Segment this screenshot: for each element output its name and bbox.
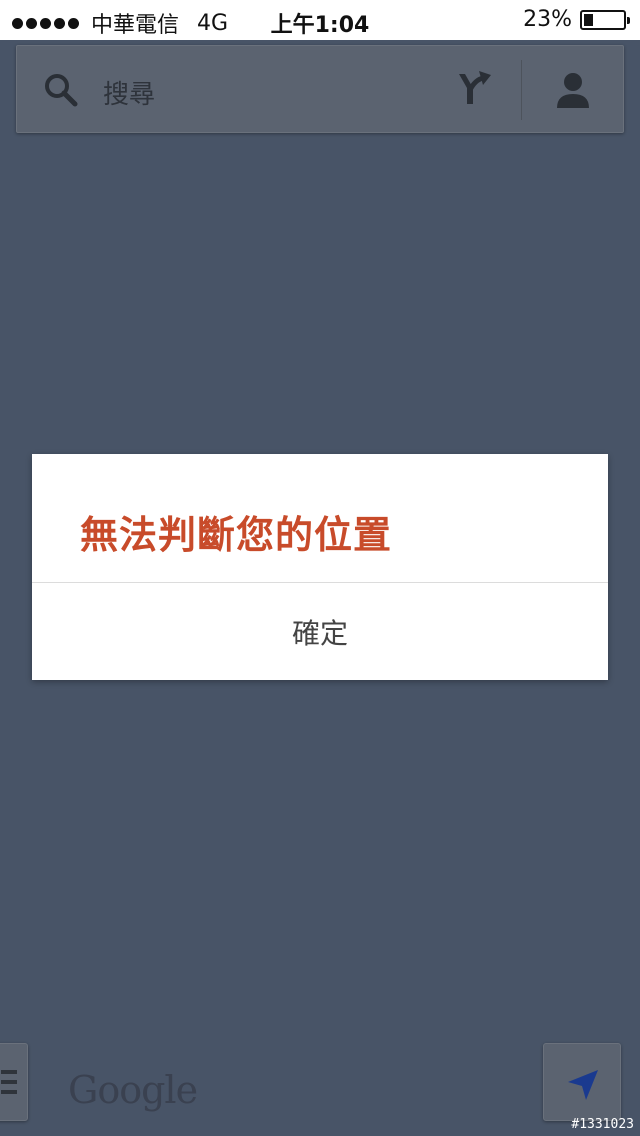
status-left: 中華電信 4G xyxy=(12,7,228,39)
location-error-dialog: 無法判斷您的位置 確定 xyxy=(32,454,608,680)
search-bar-divider xyxy=(521,60,522,120)
search-bar[interactable]: 搜尋 xyxy=(16,45,624,133)
search-icon[interactable] xyxy=(43,72,79,108)
search-input[interactable]: 搜尋 xyxy=(103,74,155,111)
google-logo: Google xyxy=(68,1068,198,1112)
network-type: 4G xyxy=(197,10,229,36)
watermark: #1331023 xyxy=(571,1117,634,1132)
ok-button[interactable]: 確定 xyxy=(32,583,608,680)
directions-icon[interactable] xyxy=(453,68,493,108)
status-bar: 中華電信 4G 上午1:04 23% xyxy=(0,0,640,40)
carrier-name: 中華電信 xyxy=(91,13,180,38)
battery-percent: 23% xyxy=(523,7,572,32)
dialog-title: 無法判斷您的位置 xyxy=(80,513,393,557)
menu-button[interactable] xyxy=(0,1043,28,1121)
my-location-icon xyxy=(568,1070,598,1100)
menu-icon xyxy=(1,1070,17,1100)
signal-strength-icon xyxy=(12,17,79,29)
battery-icon xyxy=(580,9,630,30)
battery-fill xyxy=(584,13,593,26)
my-location-button[interactable] xyxy=(543,1043,621,1121)
status-right: 23% xyxy=(523,7,630,32)
account-icon[interactable] xyxy=(555,70,591,110)
